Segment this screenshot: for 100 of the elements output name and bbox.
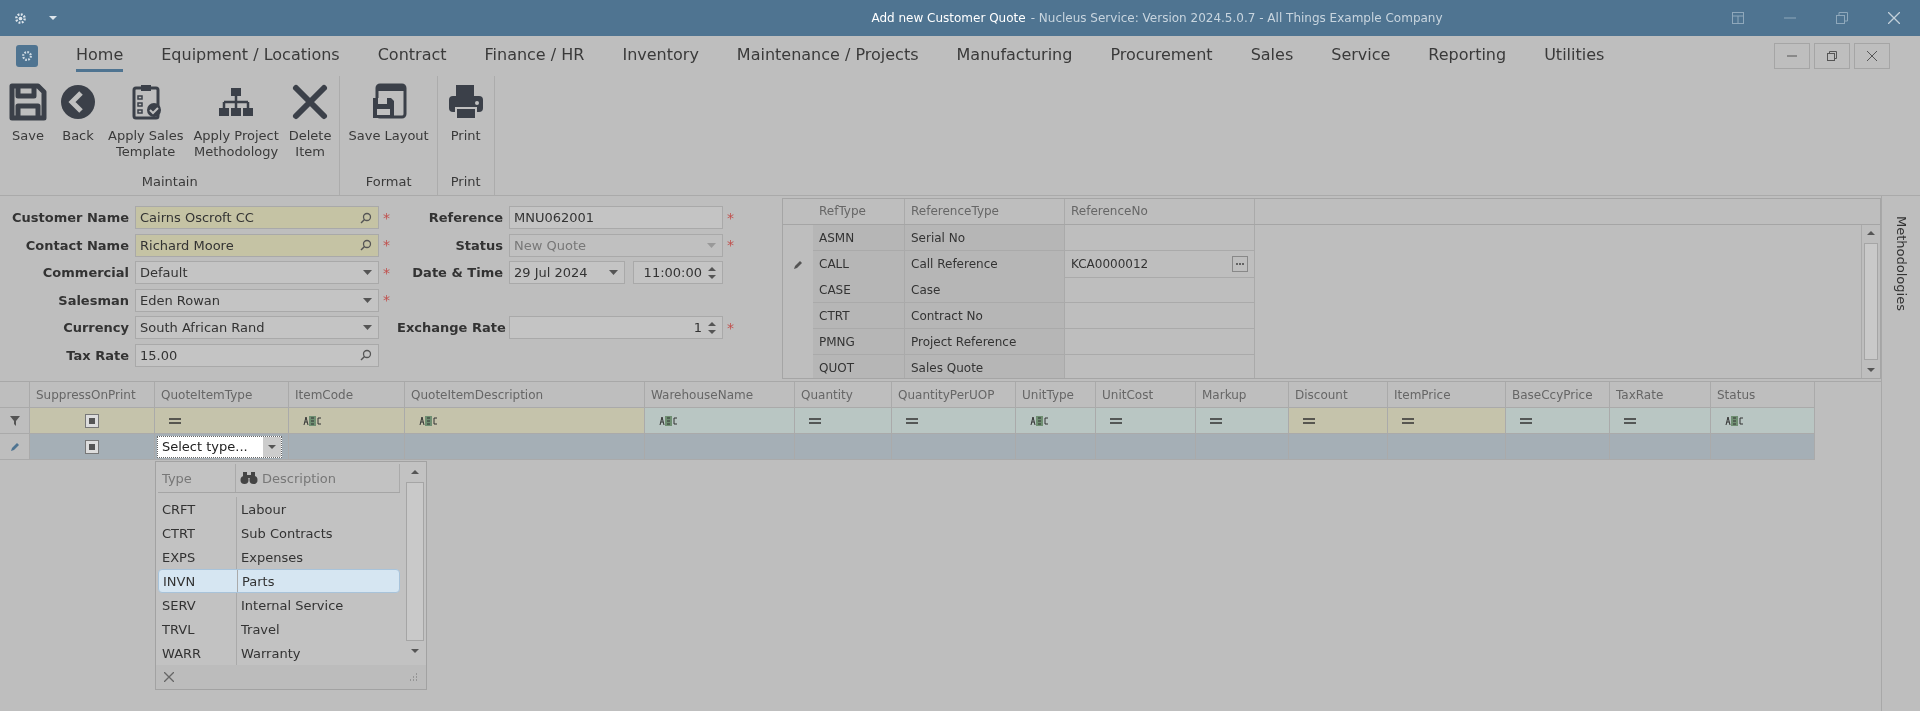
- type-option[interactable]: CRFT Labour: [158, 497, 400, 521]
- filter-cell[interactable]: [1388, 408, 1506, 434]
- spin-field[interactable]: 11:00:00: [633, 261, 723, 285]
- equals-operator-icon[interactable]: [1402, 417, 1414, 424]
- field-label: Reference: [427, 210, 504, 226]
- scroll-up-icon[interactable]: [411, 470, 419, 474]
- table-cell: CTRT: [813, 303, 905, 329]
- ribbon-button[interactable]: Apply Project Methodology: [189, 80, 283, 170]
- table-cell: Call Reference: [905, 251, 1065, 278]
- menu-tab[interactable]: Finance / HR: [484, 40, 585, 72]
- ribbon-button[interactable]: Back: [54, 80, 102, 170]
- menu-tab[interactable]: Home: [76, 40, 124, 72]
- filter-cell[interactable]: [1506, 408, 1610, 434]
- lookup-field[interactable]: Richard Moore: [135, 233, 379, 257]
- column-header[interactable]: ReferenceNo: [1065, 199, 1255, 224]
- checkbox[interactable]: [85, 413, 99, 428]
- minimize-icon: [1787, 55, 1797, 57]
- spin-field[interactable]: 1: [509, 316, 723, 340]
- side-panel-tab[interactable]: Methodologies: [1893, 216, 1909, 711]
- filter-cell[interactable]: [1711, 408, 1815, 434]
- filter-cell[interactable]: [892, 408, 1016, 434]
- search-icon[interactable]: [360, 239, 372, 252]
- close-icon[interactable]: [1888, 12, 1900, 24]
- reference-input[interactable]: KCA0000012: [1065, 251, 1255, 278]
- equals-operator-icon[interactable]: [1624, 417, 1636, 424]
- type-option[interactable]: TRVL Travel: [158, 617, 400, 641]
- filter-cell[interactable]: [645, 408, 795, 434]
- lookup-field[interactable]: 15.00: [135, 343, 379, 367]
- menu-tab[interactable]: Contract: [377, 40, 447, 72]
- dropdown-field[interactable]: Eden Rowan: [135, 288, 379, 312]
- spin-arrows-icon[interactable]: [708, 265, 716, 280]
- filter-cell[interactable]: [1610, 408, 1711, 434]
- equals-operator-icon[interactable]: [1210, 417, 1222, 424]
- checkbox[interactable]: [85, 439, 99, 454]
- menu-tab[interactable]: Utilities: [1544, 40, 1605, 72]
- menu-tab[interactable]: Service: [1331, 40, 1391, 72]
- text-filter-icon[interactable]: [659, 415, 679, 426]
- scroll-down-icon[interactable]: [411, 649, 419, 653]
- menu-tab[interactable]: Procurement: [1110, 40, 1213, 72]
- menu-tab[interactable]: Maintenance / Projects: [736, 40, 919, 72]
- type-option[interactable]: INVN Parts: [158, 569, 400, 593]
- filter-cell[interactable]: [405, 408, 645, 434]
- filter-cell[interactable]: [795, 408, 892, 434]
- caret-icon[interactable]: [49, 16, 57, 20]
- app-menu-button[interactable]: [16, 45, 38, 67]
- menu-tab[interactable]: Reporting: [1428, 40, 1507, 72]
- type-combo[interactable]: Select type...: [157, 435, 282, 458]
- spin-arrows-icon[interactable]: [708, 320, 716, 335]
- column-header[interactable]: ReferenceType: [905, 199, 1065, 224]
- ellipsis-button[interactable]: [1232, 256, 1248, 272]
- ribbon-button[interactable]: Save: [4, 80, 52, 170]
- ribbon-button[interactable]: Print: [441, 80, 490, 170]
- ribbon-button[interactable]: Delete Item: [284, 80, 336, 170]
- restore-button[interactable]: [1814, 43, 1850, 69]
- lookup-field[interactable]: Cairns Oscroft CC: [135, 206, 379, 230]
- text-filter-icon[interactable]: [1725, 415, 1745, 426]
- search-icon[interactable]: [360, 211, 372, 224]
- scroll-up-icon[interactable]: [1867, 231, 1875, 235]
- filter-cell[interactable]: [30, 408, 155, 434]
- type-option[interactable]: CTRT Sub Contracts: [158, 521, 400, 545]
- column-header[interactable]: RefType: [813, 199, 905, 224]
- text-filter-icon[interactable]: [303, 415, 323, 426]
- close-button[interactable]: [1854, 43, 1890, 69]
- filter-cell[interactable]: [155, 408, 289, 434]
- text-filter-icon[interactable]: [419, 415, 439, 426]
- clear-icon[interactable]: [164, 672, 174, 682]
- equals-operator-icon[interactable]: [1303, 417, 1315, 424]
- equals-operator-icon[interactable]: [906, 417, 918, 424]
- scrollbar[interactable]: [1861, 225, 1880, 378]
- dropdown-arrow-icon[interactable]: [609, 270, 618, 276]
- dropdown-field[interactable]: South African Rand: [135, 316, 379, 340]
- menu-tab[interactable]: Manufacturing: [956, 40, 1073, 72]
- group-label: Format: [364, 173, 413, 191]
- equals-operator-icon[interactable]: [1520, 417, 1532, 424]
- filter-cell[interactable]: [289, 408, 405, 434]
- gear-icon[interactable]: [14, 11, 27, 25]
- text-filter-icon[interactable]: [1030, 415, 1050, 426]
- ribbon-button[interactable]: Apply Sales Template: [104, 80, 188, 170]
- filter-cell[interactable]: [1016, 408, 1096, 434]
- menu-tab[interactable]: Equipment / Locations: [161, 40, 340, 72]
- filter-cell[interactable]: [1196, 408, 1289, 434]
- search-icon[interactable]: [360, 349, 372, 362]
- resize-grip-icon[interactable]: [409, 672, 418, 682]
- ribbon-button[interactable]: Save Layout: [344, 80, 433, 170]
- scroll-down-icon[interactable]: [1867, 368, 1875, 372]
- dropdown-field[interactable]: Default: [135, 261, 379, 285]
- equals-operator-icon[interactable]: [809, 417, 821, 424]
- dropdown-arrow-icon[interactable]: [363, 325, 372, 331]
- type-option[interactable]: SERV Internal Service: [158, 593, 400, 617]
- menu-tab[interactable]: Sales: [1250, 40, 1294, 72]
- dropdown-field[interactable]: 29 Jul 2024: [509, 261, 625, 285]
- text-field[interactable]: MNU062001: [509, 206, 723, 230]
- equals-operator-icon[interactable]: [1110, 417, 1122, 424]
- filter-cell[interactable]: [1096, 408, 1196, 434]
- dropdown-arrow-icon[interactable]: [363, 270, 372, 276]
- filter-icon[interactable]: [9, 415, 20, 426]
- dropdown-arrow-icon[interactable]: [363, 297, 372, 303]
- equals-operator-icon[interactable]: [169, 417, 181, 424]
- filter-cell[interactable]: [1289, 408, 1388, 434]
- menu-tab[interactable]: Inventory: [622, 40, 699, 72]
